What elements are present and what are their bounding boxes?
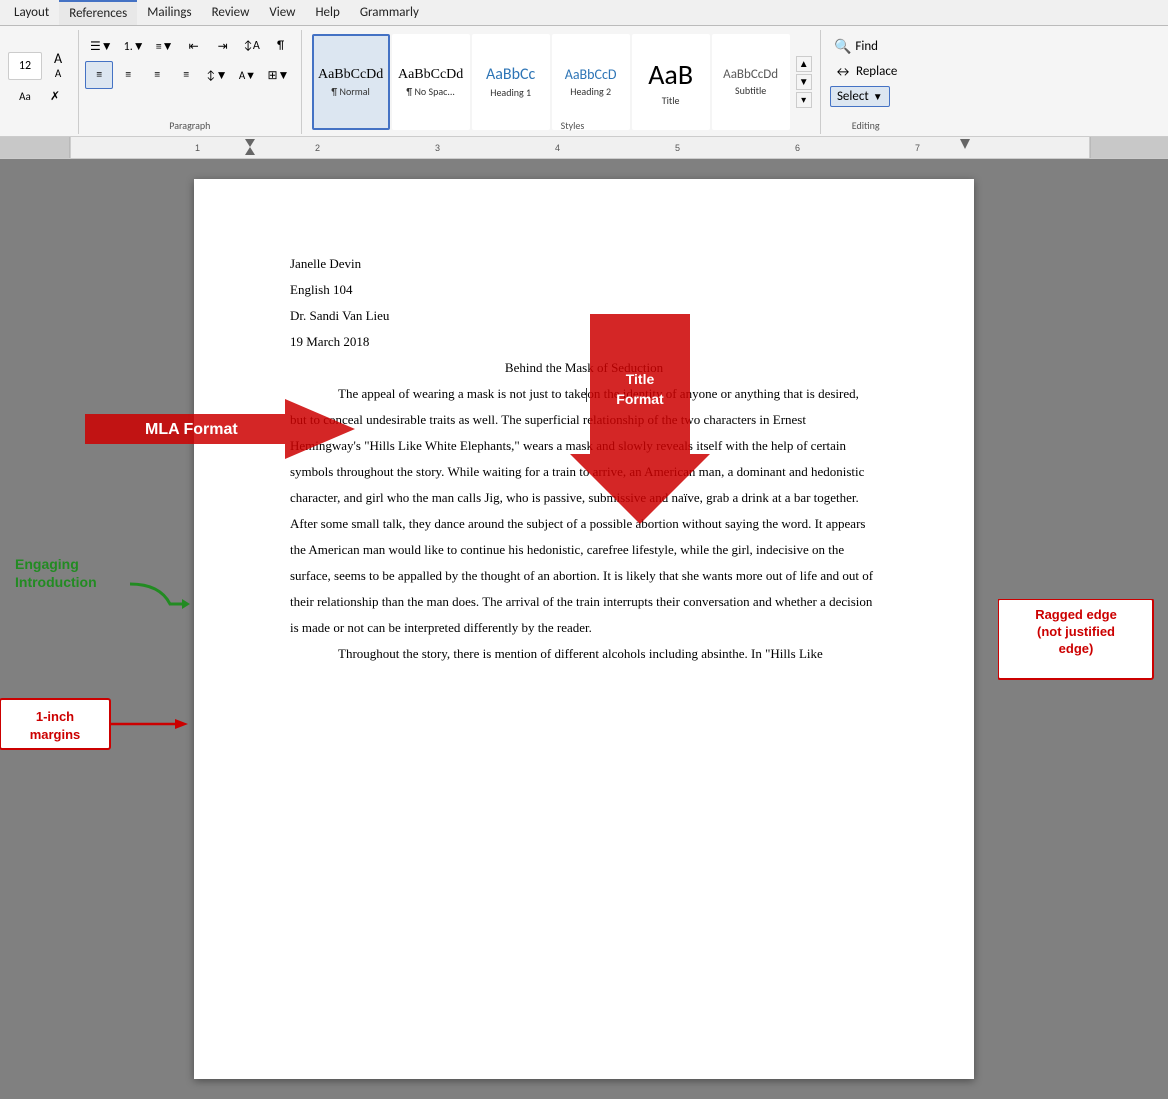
styles-scroll: ▲ ▼ ▾ bbox=[794, 32, 814, 132]
tab-layout[interactable]: Layout bbox=[4, 1, 59, 24]
find-label: Find bbox=[855, 39, 878, 54]
align-right-btn[interactable]: ≡ bbox=[143, 61, 171, 89]
line-spacing-btn[interactable]: ↕▼ bbox=[201, 61, 232, 89]
editing-group: 🔍 Find ↔ Replace Select ▼ Editing bbox=[821, 30, 911, 134]
style-nospace-preview: AaBbCcDd bbox=[398, 67, 463, 83]
professor-line: Dr. Sandi Van Lieu bbox=[290, 303, 878, 329]
svg-text:margins: margins bbox=[30, 727, 81, 742]
tab-references[interactable]: References bbox=[59, 0, 137, 25]
style-no-space[interactable]: AaBbCcDd ¶ No Spac... bbox=[392, 34, 470, 130]
tab-help[interactable]: Help bbox=[305, 1, 349, 24]
align-center-btn[interactable]: ≡ bbox=[114, 61, 142, 89]
select-btn[interactable]: Select ▼ bbox=[830, 86, 890, 107]
editing-label: Editing bbox=[852, 117, 880, 132]
doc-area: Janelle Devin English 104 Dr. Sandi Van … bbox=[0, 159, 1168, 1099]
replace-label: Replace bbox=[856, 64, 897, 79]
tab-mailings[interactable]: Mailings bbox=[137, 1, 201, 24]
numbered-list-btn[interactable]: 1.▼ bbox=[119, 32, 150, 60]
style-heading2[interactable]: AaBbCcD Heading 2 bbox=[552, 34, 630, 130]
style-title[interactable]: AaB Title bbox=[632, 34, 710, 130]
style-nospace-label: ¶ No Spac... bbox=[406, 85, 455, 98]
style-h2-label: Heading 2 bbox=[570, 85, 611, 98]
styles-gallery: AaBbCcDd ¶ Normal AaBbCcDd ¶ No Spac... … bbox=[308, 32, 794, 132]
paragraph-group: ☰▼ 1.▼ ≡▼ ⇤ ⇥ ↕A ¶ ≡ ≡ ≡ ≡ ↕▼ A▼ ⊞▼ bbox=[79, 30, 302, 134]
paragraph-label: Paragraph bbox=[169, 117, 210, 132]
shading-btn[interactable]: A▼ bbox=[233, 61, 261, 89]
decrease-font-btn[interactable]: A bbox=[44, 67, 72, 81]
style-title-label: Title bbox=[662, 94, 680, 107]
ribbon-content-area: 12 A A Aa ✗ ☰▼ 1.▼ ≡▼ bbox=[0, 26, 1168, 136]
multilevel-list-btn[interactable]: ≡▼ bbox=[151, 32, 179, 60]
styles-scroll-down[interactable]: ▼ bbox=[796, 74, 812, 90]
bullet-list-btn[interactable]: ☰▼ bbox=[85, 32, 118, 60]
select-dropdown-icon: ▼ bbox=[873, 90, 883, 103]
styles-expand[interactable]: ▾ bbox=[796, 92, 812, 108]
increase-font-btn[interactable]: A bbox=[44, 52, 72, 66]
ribbon-tab-bar: Layout References Mailings Review View H… bbox=[0, 0, 1168, 26]
svg-text:7: 7 bbox=[915, 143, 920, 153]
author-line: Janelle Devin bbox=[290, 251, 878, 277]
sort-btn[interactable]: ↕A bbox=[238, 32, 266, 60]
select-label: Select bbox=[837, 89, 869, 104]
font-size-input[interactable]: 12 bbox=[8, 52, 42, 80]
svg-text:3: 3 bbox=[435, 143, 440, 153]
svg-text:edge): edge) bbox=[1059, 641, 1094, 656]
style-heading1[interactable]: AaBbCc Heading 1 bbox=[472, 34, 550, 130]
svg-text:1-inch: 1-inch bbox=[36, 709, 74, 724]
show-marks-btn[interactable]: ¶ bbox=[267, 32, 295, 60]
course-line: English 104 bbox=[290, 277, 878, 303]
style-normal-preview: AaBbCcDd bbox=[318, 67, 383, 83]
style-subtitle-preview: AaBbCcDd bbox=[723, 67, 778, 82]
style-normal[interactable]: AaBbCcDd ¶ Normal bbox=[312, 34, 390, 130]
font-case-btn[interactable]: Aa bbox=[11, 83, 39, 111]
svg-text:Introduction: Introduction bbox=[15, 574, 97, 590]
find-icon: 🔍 bbox=[834, 38, 851, 55]
date-line: 19 March 2018 bbox=[290, 329, 878, 355]
style-h1-preview: AaBbCc bbox=[486, 65, 535, 84]
style-h1-label: Heading 1 bbox=[490, 86, 531, 99]
style-subtitle-label: Subtitle bbox=[735, 84, 766, 97]
ragged-edge-annotation: Ragged edge (not justified edge) bbox=[998, 599, 1158, 724]
styles-group: AaBbCcDd ¶ Normal AaBbCcDd ¶ No Spac... … bbox=[302, 30, 821, 134]
decrease-indent-btn[interactable]: ⇤ bbox=[180, 32, 208, 60]
document-page: Janelle Devin English 104 Dr. Sandi Van … bbox=[194, 179, 974, 1079]
justify-btn[interactable]: ≡ bbox=[172, 61, 200, 89]
replace-btn[interactable]: ↔ Replace bbox=[830, 61, 901, 82]
find-btn[interactable]: 🔍 Find bbox=[830, 36, 882, 57]
engaging-intro-annotation: Engaging Introduction bbox=[10, 549, 210, 634]
svg-text:Engaging: Engaging bbox=[15, 556, 79, 572]
align-left-btn[interactable]: ≡ bbox=[85, 61, 113, 89]
svg-text:6: 6 bbox=[795, 143, 800, 153]
margins-annotation: 1-inch margins bbox=[0, 679, 200, 804]
style-subtitle[interactable]: AaBbCcDd Subtitle bbox=[712, 34, 790, 130]
svg-text:4: 4 bbox=[555, 143, 560, 153]
svg-text:(not justified: (not justified bbox=[1037, 624, 1115, 639]
svg-text:Ragged edge: Ragged edge bbox=[1035, 607, 1117, 622]
svg-text:1: 1 bbox=[195, 143, 200, 153]
style-title-preview: AaB bbox=[648, 57, 693, 92]
svg-text:5: 5 bbox=[675, 143, 680, 153]
essay-title: Behind the Mask of Seduction bbox=[290, 355, 878, 381]
tab-grammarly[interactable]: Grammarly bbox=[350, 1, 429, 24]
essay-paragraph-1: The appeal of wearing a mask is not just… bbox=[290, 381, 878, 641]
increase-indent-btn[interactable]: ⇥ bbox=[209, 32, 237, 60]
tab-review[interactable]: Review bbox=[202, 1, 260, 24]
replace-icon: ↔ bbox=[834, 63, 852, 80]
style-h2-preview: AaBbCcD bbox=[565, 66, 617, 83]
styles-scroll-up[interactable]: ▲ bbox=[796, 56, 812, 72]
ruler-inner: 1 2 3 4 5 6 7 bbox=[0, 137, 1168, 158]
ribbon: Layout References Mailings Review View H… bbox=[0, 0, 1168, 137]
ruler: 1 2 3 4 5 6 7 bbox=[0, 137, 1168, 159]
svg-text:2: 2 bbox=[315, 143, 320, 153]
essay-paragraph-2: Throughout the story, there is mention o… bbox=[290, 641, 878, 667]
clear-format-btn[interactable]: ✗ bbox=[41, 83, 69, 111]
font-size-group: 12 A A Aa ✗ bbox=[2, 30, 79, 134]
tab-view[interactable]: View bbox=[259, 1, 305, 24]
borders-btn[interactable]: ⊞▼ bbox=[262, 61, 294, 89]
style-normal-label: ¶ Normal bbox=[331, 85, 369, 98]
